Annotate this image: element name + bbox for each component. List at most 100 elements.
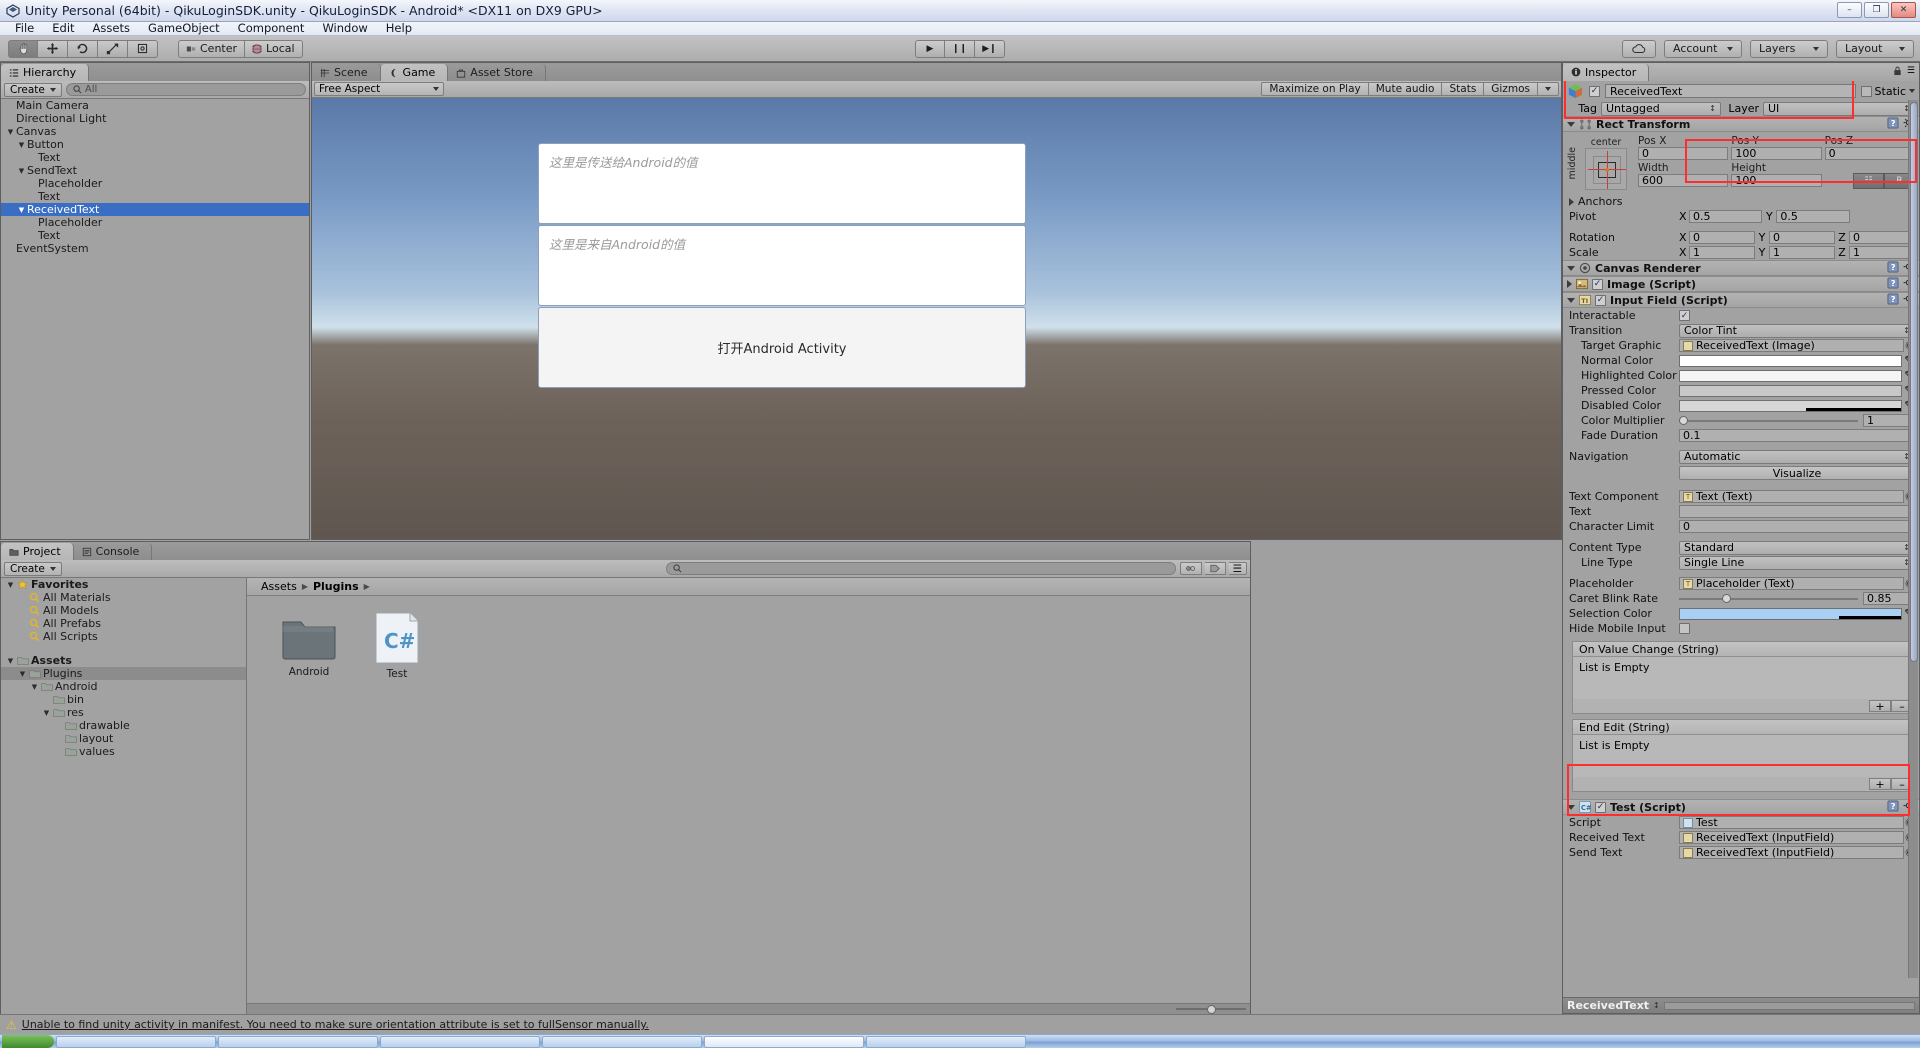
aspect-ratio-dropdown[interactable]: Free Aspect	[314, 82, 444, 96]
asset-item-test[interactable]: C# Test	[361, 612, 433, 1003]
highlighted-color-swatch[interactable]	[1679, 369, 1902, 382]
chevron-down-icon[interactable]: ▼	[5, 128, 16, 136]
scale-y-input[interactable]: 1	[1769, 246, 1835, 259]
rotation-y-input[interactable]: 0	[1769, 231, 1835, 244]
project-tree-item[interactable]: All Scripts	[1, 630, 246, 643]
move-tool-button[interactable]	[38, 39, 68, 58]
line-type-dropdown[interactable]: Single Line ↕	[1679, 555, 1915, 570]
pos-x-input[interactable]: 0	[1638, 147, 1729, 160]
send-text-field[interactable]: ReceivedText (InputField)	[1679, 846, 1904, 859]
chevron-down-icon[interactable]	[1567, 804, 1575, 810]
menu-item-edit[interactable]: Edit	[43, 22, 83, 35]
cloud-services-button[interactable]	[1622, 39, 1656, 58]
hierarchy-create-button[interactable]: Create	[4, 82, 62, 97]
taskbar-item[interactable]	[56, 1035, 216, 1048]
gizmos-button[interactable]: Gizmos	[1484, 82, 1538, 96]
project-tree-item[interactable]: bin	[1, 693, 246, 706]
project-tree-item[interactable]: All Models	[1, 604, 246, 617]
inspector-scrollbar[interactable]	[1908, 100, 1918, 978]
tag-dropdown[interactable]: Untagged ↕	[1601, 101, 1721, 116]
static-toggle[interactable]: Static	[1860, 85, 1915, 98]
scale-z-input[interactable]: 1	[1849, 246, 1915, 259]
script-field[interactable]: Test	[1679, 816, 1904, 829]
hide-mobile-checkbox[interactable]	[1679, 623, 1690, 634]
taskbar-item[interactable]	[380, 1035, 540, 1048]
menu-item-assets[interactable]: Assets	[84, 22, 139, 35]
menu-item-gameobject[interactable]: GameObject	[139, 22, 229, 35]
pause-button[interactable]: ❙❙	[945, 39, 975, 58]
caret-blink-slider[interactable]: 0.85	[1679, 592, 1915, 605]
canvas-renderer-header[interactable]: Canvas Renderer ?	[1563, 260, 1919, 276]
project-tree-item[interactable]: ▼ Favorites	[1, 578, 246, 591]
step-button[interactable]: ▶❙	[975, 39, 1005, 58]
project-tree-item[interactable]: All Prefabs	[1, 617, 246, 630]
updown-icon[interactable]: ↕	[1653, 1002, 1660, 1010]
chevron-down-icon[interactable]	[1567, 265, 1575, 271]
hierarchy-item[interactable]: Main Camera	[1, 99, 309, 112]
hand-tool-button[interactable]	[8, 39, 38, 58]
hierarchy-item[interactable]: Text	[1, 190, 309, 203]
taskbar-item-unity[interactable]	[704, 1035, 864, 1048]
hierarchy-item[interactable]: Placeholder	[1, 177, 309, 190]
start-button[interactable]	[2, 1035, 54, 1048]
help-icon[interactable]: ?	[1887, 260, 1899, 276]
account-dropdown[interactable]: Account	[1664, 39, 1742, 58]
chevron-down-icon[interactable]	[1567, 121, 1575, 127]
add-listener-button[interactable]: +	[1869, 700, 1891, 713]
tab-console[interactable]: Console	[73, 543, 153, 560]
play-button[interactable]: ▶	[915, 39, 945, 58]
taskbar-item[interactable]	[866, 1035, 1026, 1048]
chevron-down-icon[interactable]: ▼	[16, 141, 27, 149]
maximize-button[interactable]: ❐	[1864, 2, 1889, 18]
pivot-mode-button[interactable]: Center	[178, 39, 246, 58]
lock-icon[interactable]	[1893, 66, 1902, 76]
scale-x-input[interactable]: 1	[1689, 246, 1755, 259]
tab-game[interactable]: Game	[380, 64, 449, 81]
rect-transform-header[interactable]: Rect Transform ?	[1563, 116, 1919, 132]
input-field-script-header[interactable]: TI ✓ Input Field (Script) ?	[1563, 292, 1919, 308]
project-menu-button[interactable]: ☰	[1228, 562, 1247, 575]
menu-item-window[interactable]: Window	[313, 22, 376, 35]
minimize-button[interactable]: –	[1837, 2, 1862, 18]
stats-button[interactable]: Stats	[1442, 82, 1485, 96]
game-render-area[interactable]: ☰ 这里是传送给Android的值 这里是来自Android的值 打开Andro…	[312, 98, 1561, 539]
chevron-right-icon[interactable]	[1567, 280, 1572, 288]
send-text-input[interactable]: 这里是传送给Android的值	[538, 143, 1026, 224]
test-script-header[interactable]: C# ✓ Test (Script) ?	[1563, 799, 1919, 815]
pressed-color-swatch[interactable]	[1679, 384, 1902, 397]
disabled-color-swatch[interactable]	[1679, 399, 1902, 412]
static-checkbox[interactable]	[1860, 85, 1872, 97]
target-graphic-field[interactable]: ReceivedText (Image)	[1679, 339, 1904, 352]
open-android-activity-button[interactable]: 打开Android Activity	[538, 307, 1026, 388]
tab-project[interactable]: Project	[1, 543, 74, 560]
pivot-x-input[interactable]: 0.5	[1689, 210, 1763, 223]
hierarchy-item[interactable]: EventSystem	[1, 242, 309, 255]
project-tree-item[interactable]: All Materials	[1, 591, 246, 604]
taskbar-item[interactable]	[542, 1035, 702, 1048]
hierarchy-item[interactable]: Directional Light	[1, 112, 309, 125]
rotation-x-input[interactable]: 0	[1689, 231, 1755, 244]
image-script-header[interactable]: ✓ Image (Script) ?	[1563, 276, 1919, 292]
layer-dropdown[interactable]: UI ↕	[1763, 101, 1915, 116]
test-script-enabled-checkbox[interactable]: ✓	[1595, 801, 1606, 813]
interactable-checkbox[interactable]: ✓	[1679, 310, 1690, 321]
chevron-down-icon[interactable]	[1567, 297, 1575, 303]
status-bar[interactable]: ⚠ Unable to find unity activity in manif…	[0, 1014, 1920, 1034]
pivot-space-button[interactable]: Local	[245, 39, 303, 58]
fade-duration-input[interactable]: 0.1	[1679, 429, 1915, 442]
inspector-menu-icon[interactable]: ☰	[1907, 66, 1915, 76]
chevron-down-icon[interactable]	[1909, 89, 1915, 93]
asset-zoom-slider[interactable]	[1176, 1004, 1246, 1015]
received-text-input[interactable]: 这里是来自Android的值	[538, 225, 1026, 306]
hierarchy-item[interactable]: ▼ Canvas	[1, 125, 309, 138]
color-multiplier-slider[interactable]: 1	[1679, 414, 1915, 427]
tab-scene[interactable]: Scene	[312, 64, 381, 81]
project-tree-item[interactable]	[1, 643, 246, 654]
anchor-preset-button[interactable]: center	[1580, 137, 1632, 190]
content-type-dropdown[interactable]: Standard ↕	[1679, 540, 1915, 555]
pos-y-input[interactable]: 100	[1731, 147, 1822, 160]
project-tree-item[interactable]: ▼ Plugins	[1, 667, 246, 680]
hierarchy-item[interactable]: ▼ Button	[1, 138, 309, 151]
layout-dropdown[interactable]: Layout	[1836, 39, 1914, 58]
help-icon[interactable]: ?	[1887, 116, 1899, 132]
